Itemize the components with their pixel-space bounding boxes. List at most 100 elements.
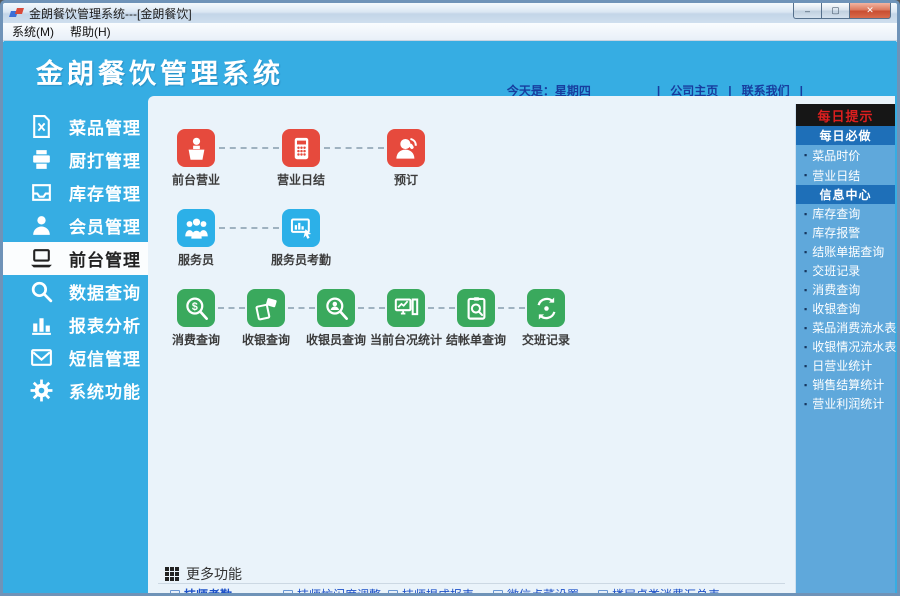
tile-label: 收银员查询: [296, 331, 376, 348]
sidebar-item-label: 报表分析: [69, 312, 141, 337]
title-bar[interactable]: 金朗餐饮管理系统---[金朗餐饮] – ▢ ✕: [3, 3, 897, 23]
sidebar-item-members[interactable]: 会员管理: [3, 209, 148, 242]
calculator-icon: [288, 135, 315, 162]
link-icon: [170, 590, 180, 594]
more-functions-label: 更多功能: [186, 564, 242, 584]
link-icon: [388, 590, 398, 594]
link-technician-busy-adjust[interactable]: 技师忙闲度调整: [283, 586, 381, 593]
app-main: 金朗餐饮管理系统 今天是：星期四 | 公司主页 | 联系我们 | 菜品管理 厨打…: [3, 42, 897, 593]
tile-label: 前台营业: [156, 171, 236, 188]
tile-label: 当前台况统计: [366, 331, 446, 348]
tile-label: 服务员: [156, 251, 236, 268]
right-panel: 每日提示 每日必做 菜品时价 营业日结 信息中心 库存查询 库存报警 结账单据查…: [795, 96, 895, 593]
laptop-icon: [29, 246, 54, 271]
sidebar-item-label: 库存管理: [69, 180, 141, 205]
app-window: 金朗餐饮管理系统---[金朗餐饮] – ▢ ✕ 系统(M) 帮助(H) 金朗餐饮…: [0, 0, 900, 596]
tile-waiters[interactable]: 服务员: [156, 209, 236, 268]
bar-chart-icon: [29, 312, 54, 337]
sidebar-item-label: 系统功能: [69, 378, 141, 403]
svg-text:$: $: [191, 300, 197, 312]
tile-reservation[interactable]: 预订: [366, 129, 446, 188]
sidebar-item-label: 会员管理: [69, 213, 141, 238]
panel-item-inventory-query[interactable]: 库存查询: [796, 204, 895, 223]
money-search-icon: $: [183, 295, 210, 322]
panel-item-daily-business-stats[interactable]: 日营业统计: [796, 356, 895, 375]
divider: [158, 583, 785, 584]
tile-daily-settlement[interactable]: 营业日结: [261, 129, 341, 188]
link-icon: [493, 590, 503, 594]
section-info-center: 信息中心: [796, 185, 895, 204]
search-icon: [29, 279, 54, 304]
window-title: 金朗餐饮管理系统---[金朗餐饮]: [29, 5, 192, 22]
sidebar-item-kitchen-print[interactable]: 厨打管理: [3, 143, 148, 176]
panel-item-daily-settlement[interactable]: 营业日结: [796, 165, 895, 185]
panel-item-dish-flow-table[interactable]: 菜品消费流水表: [796, 318, 895, 337]
member-person-icon: [29, 213, 54, 238]
close-button[interactable]: ✕: [849, 3, 891, 19]
sidebar-item-inventory[interactable]: 库存管理: [3, 176, 148, 209]
link-icon: [598, 590, 608, 594]
podium-person-icon: [183, 135, 210, 162]
tile-label: 结帐单查询: [436, 331, 516, 348]
grid-icon: [165, 567, 179, 581]
sidebar: 菜品管理 厨打管理 库存管理 会员管理 前台管理 数据查询: [3, 96, 148, 593]
tile-label: 交班记录: [506, 331, 586, 348]
sidebar-item-reports[interactable]: 报表分析: [3, 308, 148, 341]
attendance-chart-icon: [288, 215, 315, 242]
sidebar-item-label: 厨打管理: [69, 147, 141, 172]
tile-bill-query[interactable]: 结帐单查询: [436, 289, 516, 348]
tile-current-table-stats[interactable]: 当前台况统计: [366, 289, 446, 348]
panel-item-sales-settlement-stats[interactable]: 销售结算统计: [796, 375, 895, 394]
minimize-button[interactable]: –: [793, 3, 822, 19]
sidebar-item-label: 数据查询: [69, 279, 141, 304]
tile-cashier-query[interactable]: 收银查询: [226, 289, 306, 348]
sidebar-item-label: 前台管理: [69, 246, 141, 271]
link-wechat-order-settings[interactable]: 微信点菜设置: [493, 586, 579, 593]
tile-front-desk-business[interactable]: 前台营业: [156, 129, 236, 188]
daily-tip-header: 每日提示: [796, 104, 895, 126]
panel-item-bill-doc-query[interactable]: 结账单据查询: [796, 242, 895, 261]
panel-item-shift-record[interactable]: 交班记录: [796, 261, 895, 280]
sidebar-item-system[interactable]: 系统功能: [3, 374, 148, 407]
link-technician-commission-report[interactable]: 技师提成报表: [388, 586, 474, 593]
gear-icon: [29, 378, 54, 403]
sidebar-item-front-desk[interactable]: 前台管理: [3, 242, 148, 275]
tile-shift-record[interactable]: 交班记录: [506, 289, 586, 348]
monitor-stats-icon: [393, 295, 420, 322]
tile-cashier-staff-query[interactable]: 收银员查询: [296, 289, 376, 348]
sidebar-item-data-query[interactable]: 数据查询: [3, 275, 148, 308]
sidebar-item-label: 菜品管理: [69, 114, 141, 139]
panel-item-cashier-flow-table[interactable]: 收银情况流水表: [796, 337, 895, 356]
tile-label: 预订: [366, 171, 446, 188]
tile-waiter-attendance[interactable]: 服务员考勤: [261, 209, 341, 268]
printer-icon: [29, 147, 54, 172]
tile-label: 消费查询: [156, 331, 236, 348]
tile-consumption-query[interactable]: $ 消费查询: [156, 289, 236, 348]
menu-system[interactable]: 系统(M): [12, 23, 54, 40]
panel-item-consumption-query[interactable]: 消费查询: [796, 280, 895, 299]
menu-help[interactable]: 帮助(H): [70, 23, 111, 40]
panel-item-inventory-alert[interactable]: 库存报警: [796, 223, 895, 242]
link-floor-table-summary[interactable]: 楼层桌类消费汇总表: [598, 586, 720, 593]
tile-label: 收银查询: [226, 331, 306, 348]
cashier-search-icon: [323, 295, 350, 322]
link-technician-attendance[interactable]: 技师考勤: [170, 586, 232, 593]
app-logo-icon: [10, 7, 24, 19]
cash-notes-icon: [253, 295, 280, 322]
more-links-row: 技师考勤 技师忙闲度调整 技师提成报表 微信点菜设置 楼层桌类消费汇总表: [148, 586, 795, 593]
menu-doc-icon: [29, 114, 54, 139]
brand-title: 金朗餐饮管理系统: [36, 52, 284, 91]
shift-cycle-icon: [533, 295, 560, 322]
sidebar-item-label: 短信管理: [69, 345, 141, 370]
menu-bar: 系统(M) 帮助(H): [3, 23, 897, 41]
panel-item-dish-price[interactable]: 菜品时价: [796, 145, 895, 165]
tile-label: 营业日结: [261, 171, 341, 188]
panel-item-profit-stats[interactable]: 营业利润统计: [796, 394, 895, 413]
maximize-button[interactable]: ▢: [822, 3, 849, 19]
sidebar-item-sms[interactable]: 短信管理: [3, 341, 148, 374]
inventory-tray-icon: [29, 180, 54, 205]
sidebar-item-dishes[interactable]: 菜品管理: [3, 110, 148, 143]
staff-group-icon: [183, 215, 210, 242]
panel-item-cashier-query[interactable]: 收银查询: [796, 299, 895, 318]
main-content: 前台营业 营业日结 预订 服务员 服务员考勤 $ 消费查询: [148, 96, 795, 593]
